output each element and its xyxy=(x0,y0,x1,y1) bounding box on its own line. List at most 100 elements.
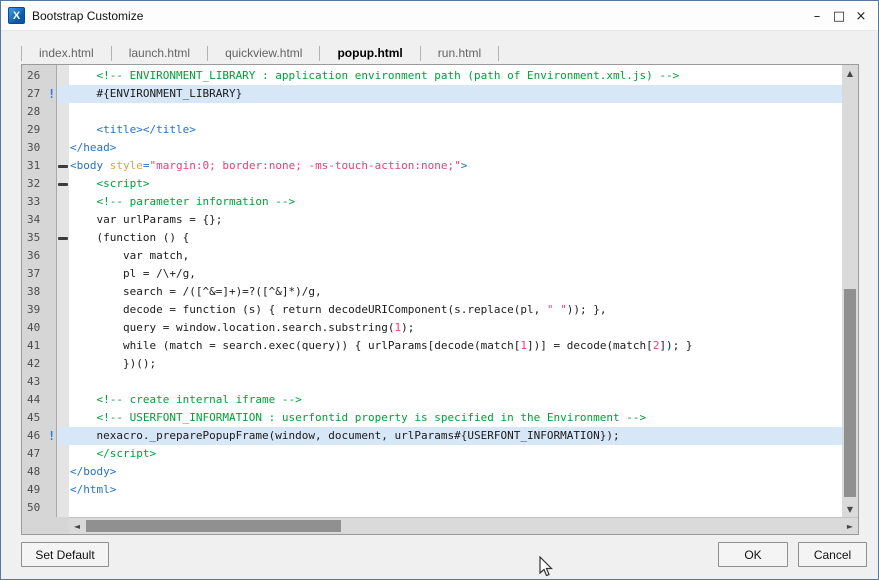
code-editor[interactable]: 26 <!-- ENVIRONMENT_LIBRARY : applicatio… xyxy=(22,67,842,517)
fold-cell xyxy=(57,211,69,229)
code-text: var match, xyxy=(69,247,842,265)
maximize-button[interactable]: □ xyxy=(828,5,850,27)
scroll-left-icon[interactable]: ◄ xyxy=(69,518,85,534)
fold-cell xyxy=(57,139,69,157)
fold-collapse-icon[interactable] xyxy=(58,237,68,240)
tab-bar: index.htmllaunch.htmlquickview.htmlpopup… xyxy=(21,41,499,65)
line-number: 41 xyxy=(27,337,56,355)
gutter-corner xyxy=(22,517,69,534)
bootstrap-customize-dialog: X Bootstrap Customize – □ × index.htmlla… xyxy=(0,0,879,580)
code-line-47[interactable]: 47 </script> xyxy=(22,445,842,463)
code-line-32[interactable]: 32 <script> xyxy=(22,175,842,193)
code-line-36[interactable]: 36 var match, xyxy=(22,247,842,265)
fold-collapse-icon[interactable] xyxy=(58,165,68,168)
fold-cell xyxy=(57,337,69,355)
code-line-49[interactable]: 49 </html> xyxy=(22,481,842,499)
code-line-43[interactable]: 43 xyxy=(22,373,842,391)
fold-cell xyxy=(57,283,69,301)
code-text: <!-- USERFONT_INFORMATION : userfontid p… xyxy=(69,409,842,427)
line-number: 49 xyxy=(27,481,56,499)
line-number: 39 xyxy=(27,301,56,319)
code-line-34[interactable]: 34 var urlParams = {}; xyxy=(22,211,842,229)
fold-cell xyxy=(57,499,69,517)
code-line-38[interactable]: 38 search = /([^&=]+)=?([^&]*)/g, xyxy=(22,283,842,301)
fold-cell xyxy=(57,103,69,121)
code-line-41[interactable]: 41 while (match = search.exec(query)) { … xyxy=(22,337,842,355)
code-line-37[interactable]: 37 pl = /\+/g, xyxy=(22,265,842,283)
vertical-scrollbar[interactable]: ▲ ▼ xyxy=(842,65,858,517)
line-number: 48 xyxy=(27,463,56,481)
fold-cell xyxy=(57,319,69,337)
vertical-scrollbar-thumb[interactable] xyxy=(844,289,856,497)
fold-cell xyxy=(57,445,69,463)
fold-cell xyxy=(57,265,69,283)
fold-cell[interactable] xyxy=(57,175,69,193)
line-number: 36 xyxy=(27,247,56,265)
fold-cell xyxy=(57,463,69,481)
cancel-button[interactable]: Cancel xyxy=(798,542,867,567)
code-text: </html> xyxy=(69,481,842,499)
scroll-up-icon[interactable]: ▲ xyxy=(842,65,858,81)
fold-cell[interactable] xyxy=(57,157,69,175)
code-text: <!-- ENVIRONMENT_LIBRARY : application e… xyxy=(69,67,842,85)
horizontal-scrollbar-thumb[interactable] xyxy=(86,520,341,532)
code-text xyxy=(69,499,842,517)
mouse-cursor-icon xyxy=(539,556,555,578)
minimize-button[interactable]: – xyxy=(806,5,828,27)
line-number: 50 xyxy=(27,499,56,517)
line-number: 37 xyxy=(27,265,56,283)
code-text: <title></title> xyxy=(69,121,842,139)
fold-cell xyxy=(57,355,69,373)
close-button[interactable]: × xyxy=(850,5,872,27)
code-line-39[interactable]: 39 decode = function (s) { return decode… xyxy=(22,301,842,319)
line-number: 29 xyxy=(27,121,56,139)
scroll-right-icon[interactable]: ► xyxy=(842,518,858,534)
code-line-50[interactable]: 50 xyxy=(22,499,842,517)
code-text xyxy=(69,373,842,391)
tab-quickview-html[interactable]: quickview.html xyxy=(208,42,319,64)
code-text: <!-- parameter information --> xyxy=(69,193,842,211)
code-line-29[interactable]: 29 <title></title> xyxy=(22,121,842,139)
code-text: <script> xyxy=(69,175,842,193)
code-line-30[interactable]: 30</head> xyxy=(22,139,842,157)
code-line-46[interactable]: 46! nexacro._preparePopupFrame(window, d… xyxy=(22,427,842,445)
fold-cell xyxy=(57,301,69,319)
code-line-27[interactable]: 27! #{ENVIRONMENT_LIBRARY} xyxy=(22,85,842,103)
tab-index-html[interactable]: index.html xyxy=(22,42,111,64)
set-default-button[interactable]: Set Default xyxy=(21,542,109,567)
code-line-31[interactable]: 31<body style="margin:0; border:none; -m… xyxy=(22,157,842,175)
code-line-40[interactable]: 40 query = window.location.search.substr… xyxy=(22,319,842,337)
code-line-28[interactable]: 28 xyxy=(22,103,842,121)
tab-launch-html[interactable]: launch.html xyxy=(112,42,207,64)
code-text: query = window.location.search.substring… xyxy=(69,319,842,337)
fold-cell xyxy=(57,391,69,409)
line-number: 34 xyxy=(27,211,56,229)
code-line-35[interactable]: 35 (function () { xyxy=(22,229,842,247)
horizontal-scrollbar[interactable]: ◄ ► xyxy=(69,517,858,534)
code-text: </body> xyxy=(69,463,842,481)
code-line-44[interactable]: 44 <!-- create internal iframe --> xyxy=(22,391,842,409)
code-line-42[interactable]: 42 })(); xyxy=(22,355,842,373)
tab-run-html[interactable]: run.html xyxy=(421,42,498,64)
line-number: 47 xyxy=(27,445,56,463)
fold-cell[interactable] xyxy=(57,229,69,247)
code-line-48[interactable]: 48 </body> xyxy=(22,463,842,481)
titlebar[interactable]: X Bootstrap Customize – □ × xyxy=(1,1,878,31)
code-text: #{ENVIRONMENT_LIBRARY} xyxy=(69,85,842,103)
line-number: 42 xyxy=(27,355,56,373)
app-icon: X xyxy=(8,7,25,24)
line-number: 40 xyxy=(27,319,56,337)
tab-popup-html[interactable]: popup.html xyxy=(320,42,419,64)
code-line-26[interactable]: 26 <!-- ENVIRONMENT_LIBRARY : applicatio… xyxy=(22,67,842,85)
code-text: <!-- create internal iframe --> xyxy=(69,391,842,409)
line-number: 35 xyxy=(27,229,56,247)
scroll-down-icon[interactable]: ▼ xyxy=(842,501,858,517)
fold-cell xyxy=(57,409,69,427)
window-title: Bootstrap Customize xyxy=(32,9,143,23)
line-number: 26 xyxy=(27,67,56,85)
line-number: 28 xyxy=(27,103,56,121)
ok-button[interactable]: OK xyxy=(718,542,788,567)
code-line-33[interactable]: 33 <!-- parameter information --> xyxy=(22,193,842,211)
code-line-45[interactable]: 45 <!-- USERFONT_INFORMATION : userfonti… xyxy=(22,409,842,427)
fold-collapse-icon[interactable] xyxy=(58,183,68,186)
